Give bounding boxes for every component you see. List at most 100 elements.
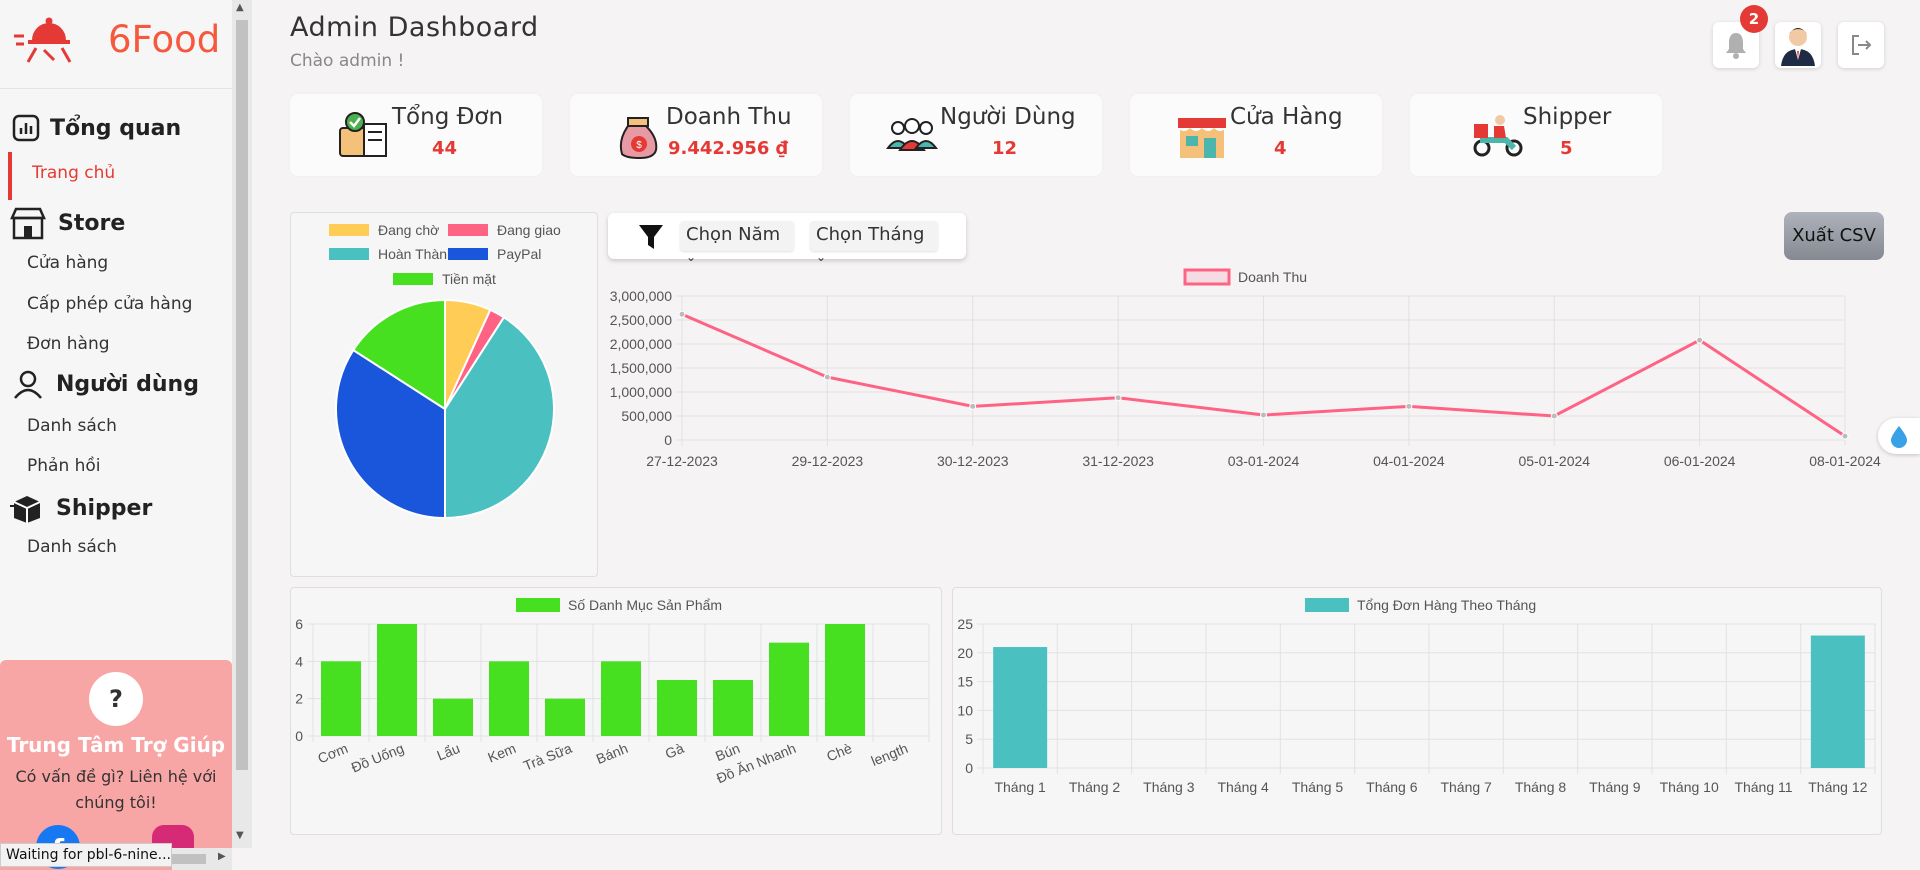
data-point	[1550, 412, 1558, 420]
x-tick-label: Tháng 4	[1217, 779, 1269, 795]
sidebar-section-overview: Tổng quan	[12, 114, 181, 142]
y-tick-label: 1,500,000	[610, 360, 672, 376]
legend-label: PayPal	[497, 246, 541, 262]
scroll-down-icon[interactable]: ▼	[236, 830, 244, 841]
sidebar-item-user-list[interactable]: Danh sách	[27, 416, 117, 436]
svg-text:$: $	[636, 140, 642, 151]
logo[interactable]: 6Food	[14, 12, 220, 66]
data-point	[969, 402, 977, 410]
sidebar-section-label: Tổng quan	[50, 115, 182, 141]
stat-card-users[interactable]: Người Dùng 12	[850, 94, 1102, 176]
stat-card-revenue[interactable]: $ Doanh Thu 9.442.956 ₫	[570, 94, 822, 176]
page-subtitle: Chào admin !	[290, 51, 405, 71]
stat-label: Shipper	[1523, 104, 1612, 130]
y-tick-label: 25	[957, 616, 973, 632]
food-cloche-icon	[14, 17, 72, 63]
x-tick-label: Tháng 11	[1734, 779, 1792, 795]
x-tick-label: Cơm	[315, 740, 350, 766]
bar	[545, 698, 585, 736]
stat-value: 12	[992, 138, 1018, 159]
data-point	[1696, 336, 1704, 344]
month-select[interactable]: Chọn Tháng ⌄	[810, 221, 938, 264]
y-tick-label: 3,000,000	[610, 288, 672, 304]
money-bag-icon: $	[619, 117, 658, 160]
browser-status-text: Waiting for pbl-6-nine...	[0, 843, 172, 867]
sidebar-item-feedback[interactable]: Phản hồi	[27, 456, 101, 476]
scroll-right-icon[interactable]: ▶	[218, 851, 226, 862]
bar	[601, 661, 641, 736]
legend-swatch	[1183, 268, 1231, 286]
bar	[321, 661, 361, 736]
sidebar-item-orders[interactable]: Đơn hàng	[27, 334, 110, 354]
order-status-pie-panel: Đang chờ Đang giao Hoàn Thành PayPal Tiền mặ…	[290, 212, 598, 577]
y-tick-label: 4	[295, 653, 303, 669]
x-tick-label: 08-01-2024	[1809, 453, 1881, 469]
avatar-button[interactable]	[1775, 22, 1821, 68]
stat-card-shippers[interactable]: Shipper 5	[1410, 94, 1662, 176]
logout-button[interactable]	[1838, 22, 1884, 68]
legend-swatch	[1305, 598, 1349, 612]
x-tick-label: Đồ Uống	[349, 740, 406, 776]
stat-card-orders[interactable]: Tổng Đơn 44	[290, 94, 542, 176]
x-tick-label: 06-01-2024	[1664, 453, 1736, 469]
data-point	[678, 310, 686, 318]
y-tick-label: 10	[957, 702, 973, 718]
x-tick-label: 04-01-2024	[1373, 453, 1445, 469]
legend-label: Đang giao	[497, 222, 561, 238]
legend-swatch	[329, 224, 369, 236]
horizontal-scrollbar[interactable]: ▶	[172, 848, 232, 870]
data-point	[1841, 432, 1849, 440]
help-title: Trung Tâm Trợ Giúp	[6, 733, 226, 757]
monthly-orders-bar-panel: Tổng Đơn Hàng Theo Tháng 25 20 15 10 5 0 Tháng …	[952, 587, 1882, 835]
scooter-icon	[1473, 115, 1523, 157]
notification-badge: 2	[1740, 5, 1768, 33]
x-tick-label: Bánh	[594, 740, 630, 767]
stat-value: 4	[1274, 138, 1287, 159]
sidebar-section-label: Shipper	[56, 495, 153, 521]
revenue-line-chart: Doanh Thu 3,000,000 2,500,000 2,000,000 1,50…	[610, 268, 1881, 469]
scrollbar-thumb[interactable]	[236, 20, 248, 770]
legend-label: Số Danh Mục Sản Phẩm	[568, 597, 722, 613]
legend-label: Hoàn Thành	[378, 246, 455, 262]
question-icon: ?	[89, 672, 143, 726]
export-csv-button[interactable]: Xuất CSV	[1784, 212, 1884, 260]
chart-icon	[12, 114, 40, 142]
sidebar-item-shipper-list[interactable]: Danh sách	[27, 537, 117, 557]
year-select[interactable]: Chọn Năm ⌄	[680, 221, 794, 264]
box-icon	[10, 496, 41, 523]
bar	[769, 642, 809, 736]
users-icon	[886, 118, 938, 151]
legend-swatch	[516, 598, 560, 612]
user-icon	[14, 370, 42, 399]
bar	[1810, 635, 1865, 768]
legend-swatch	[448, 248, 488, 260]
brand-name: 6Food	[108, 17, 221, 61]
x-tick-label: 05-01-2024	[1518, 453, 1590, 469]
scrollbar-thumb[interactable]	[172, 854, 206, 864]
sidebar-item-stores[interactable]: Cửa hàng	[27, 253, 108, 273]
water-drop-icon	[1891, 426, 1907, 448]
bar	[433, 698, 473, 736]
x-tick-label: Tháng 7	[1440, 779, 1492, 795]
sidebar-scrollbar[interactable]: ▲ ▼	[232, 0, 252, 848]
sidebar-item-home[interactable]: Trang chủ	[32, 163, 115, 183]
y-tick-label: 2,500,000	[610, 312, 672, 328]
month-select-label: Chọn Tháng	[816, 224, 925, 245]
sidebar: 6Food Tổng quan Trang chủ Store Cửa hàng…	[0, 0, 232, 870]
data-point	[1114, 394, 1122, 402]
filter-icon[interactable]	[638, 223, 664, 251]
legend-label: Đang chờ	[378, 222, 439, 238]
x-tick-label: Bún	[713, 740, 742, 764]
stat-label: Tổng Đơn	[392, 104, 504, 130]
sidebar-item-store-license[interactable]: Cấp phép cửa hàng	[27, 294, 192, 314]
year-select-label: Chọn Năm	[686, 224, 781, 245]
x-tick-label: length	[869, 740, 910, 769]
y-tick-label: 0	[965, 760, 973, 776]
product-category-bar-chart: Số Danh Mục Sản Phẩm 6 4 2 0 CơmĐồ Uống Lẩu Kem…	[295, 597, 930, 786]
stat-card-stores[interactable]: Cửa Hàng 4	[1130, 94, 1382, 176]
x-tick-label: Tháng 2	[1069, 779, 1121, 795]
floating-assistant-button[interactable]	[1878, 418, 1920, 454]
y-tick-label: 2,000,000	[610, 336, 672, 352]
scroll-up-icon[interactable]: ▲	[236, 2, 244, 13]
legend-label: Tiền mặt	[442, 271, 496, 287]
